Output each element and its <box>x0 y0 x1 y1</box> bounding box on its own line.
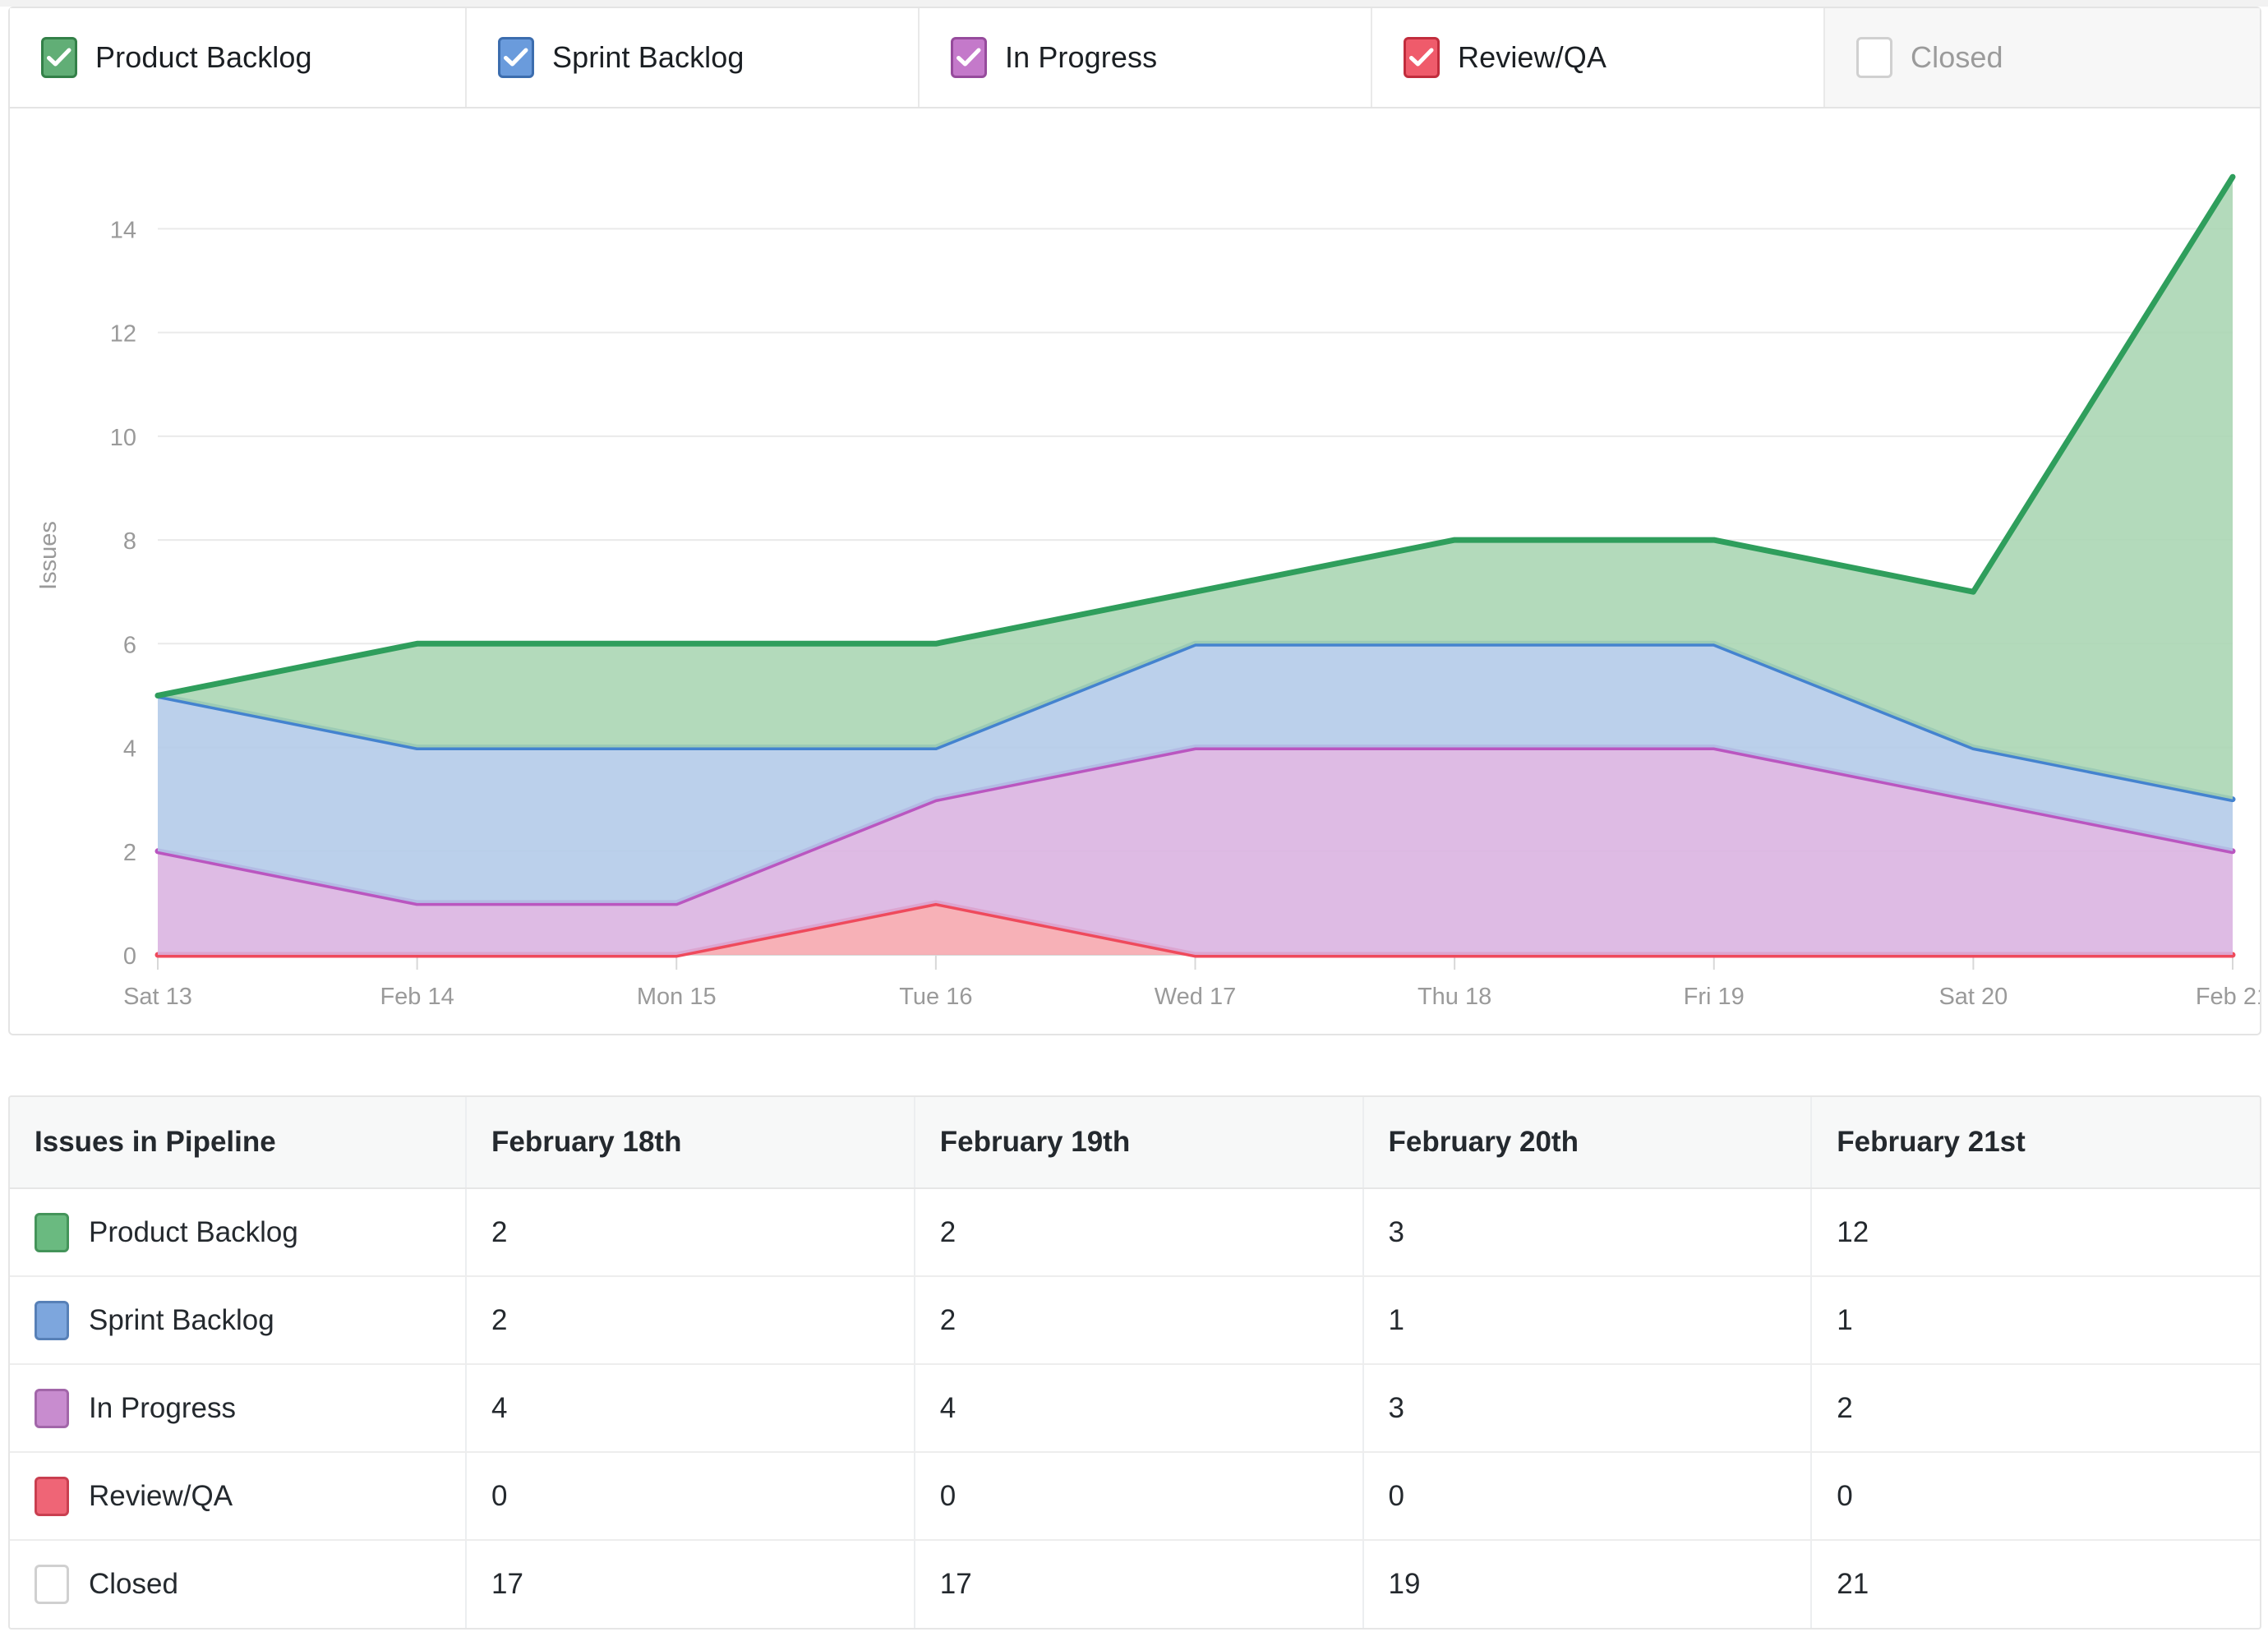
legend-item-label: In Progress <box>1005 40 1158 74</box>
legend-item-sprint-backlog[interactable]: Sprint Backlog <box>467 8 920 107</box>
table-cell-value: 4 <box>914 1364 1364 1453</box>
table-series-label: Review/QA <box>89 1479 233 1512</box>
x-axis-tick-label: Thu 18 <box>1418 984 1491 1010</box>
table-cell-value: 1 <box>1811 1276 2260 1365</box>
table-row: Product Backlog 2 2 3 12 <box>10 1188 2260 1277</box>
legend-item-label: Closed <box>1911 40 2003 74</box>
stacked-area-chart: 0 2 4 6 8 10 12 14 Sat 13 Feb 14 Mon 15 Tue 16 Wed 1… <box>35 173 2260 1010</box>
y-axis-tick-label: 12 <box>110 321 136 348</box>
color-swatch-icon <box>35 1388 69 1428</box>
table-cell-value: 2 <box>914 1276 1364 1365</box>
table-cell-value: 17 <box>914 1540 1364 1628</box>
x-axis-tick-label: Feb 14 <box>380 984 454 1010</box>
table-cell-series-name: Product Backlog <box>10 1188 467 1277</box>
issues-pipeline-report: Product Backlog Sprint Backlog In Progress… <box>0 0 2268 1632</box>
table-row: Sprint Backlog 2 2 1 1 <box>10 1276 2260 1365</box>
x-axis-tick-label: Feb 21 <box>2196 984 2260 1010</box>
table-header-row: Issues in Pipeline February 18th February … <box>10 1097 2260 1189</box>
y-axis-tick-label: 10 <box>110 425 136 451</box>
x-axis-tick-label: Sat 20 <box>1938 984 2008 1010</box>
checkbox-checked-icon[interactable] <box>41 37 77 78</box>
checkbox-unchecked-icon <box>35 1565 69 1604</box>
x-axis-tick-label: Mon 15 <box>637 984 717 1010</box>
table-series-label: Sprint Backlog <box>89 1303 274 1336</box>
table-cell-value: 17 <box>466 1540 915 1628</box>
table-row: In Progress 4 4 3 2 <box>10 1364 2260 1453</box>
table-header-date: February 18th <box>466 1097 915 1189</box>
table-cell-value: 0 <box>914 1452 1364 1541</box>
table-cell-value: 0 <box>466 1452 915 1541</box>
table-series-label: Closed <box>89 1568 178 1600</box>
table-cell-value: 3 <box>1362 1188 1813 1277</box>
checkbox-checked-icon[interactable] <box>1404 37 1440 78</box>
table-cell-value: 4 <box>466 1364 915 1453</box>
legend-item-label: Review/QA <box>1458 40 1606 74</box>
table-body: Product Backlog 2 2 3 12 Sprint Backlog 2 2 1 1 In… <box>10 1188 2260 1628</box>
table-cell-value: 21 <box>1837 1568 1869 1600</box>
x-axis-tick-label: Wed 17 <box>1155 984 1236 1010</box>
table-header-date: February 20th <box>1362 1097 1813 1189</box>
table-cell-value: 0 <box>1362 1452 1813 1541</box>
table-header-date: February 21st <box>1811 1097 2260 1189</box>
table-cell-value: 19 <box>1362 1540 1813 1628</box>
table-head: Issues in Pipeline February 18th February … <box>10 1097 2260 1189</box>
table-cell-value: 1 <box>1362 1276 1813 1365</box>
color-swatch-icon <box>35 1476 69 1516</box>
legend-item-product-backlog[interactable]: Product Backlog <box>10 8 467 107</box>
chart-panel: Product Backlog Sprint Backlog In Progress… <box>8 7 2261 1035</box>
series-legend: Product Backlog Sprint Backlog In Progress… <box>10 8 2260 108</box>
legend-item-label: Product Backlog <box>95 40 312 74</box>
checkbox-checked-icon[interactable] <box>951 37 987 78</box>
table-cell-value: 0 <box>1811 1452 2260 1541</box>
color-swatch-icon <box>35 1212 69 1252</box>
top-strip <box>0 0 2268 7</box>
legend-item-review-qa[interactable]: Review/QA <box>1372 8 1825 107</box>
x-axis-tick-label: Sat 13 <box>123 984 192 1010</box>
checkbox-unchecked-icon[interactable] <box>1856 37 1892 78</box>
y-axis-tick-label: 2 <box>123 840 136 866</box>
legend-item-closed[interactable]: Closed <box>1825 8 2260 107</box>
table-cell-value: 2 <box>1811 1364 2260 1453</box>
y-axis-title: Issues <box>35 521 62 590</box>
x-axis-tick-label: Tue 16 <box>899 984 972 1010</box>
x-axis-tick-label: Fri 19 <box>1684 984 1745 1010</box>
table-cell-value: 3 <box>1362 1364 1813 1453</box>
table-row: Closed 17 17 19 21 <box>10 1540 2260 1628</box>
table-cell-series-name: Sprint Backlog <box>10 1276 467 1365</box>
table-series-label: Product Backlog <box>89 1215 298 1248</box>
color-swatch-icon <box>35 1300 69 1340</box>
y-axis-tick-label: 8 <box>123 528 136 555</box>
table-cell-series-name: Closed <box>10 1540 467 1628</box>
legend-item-label: Sprint Backlog <box>552 40 744 74</box>
y-axis-tick-label: 14 <box>110 217 136 243</box>
y-axis-tick-label: 6 <box>123 632 136 658</box>
table-cell-value: 2 <box>466 1276 915 1365</box>
table-cell-series-name: Review/QA <box>10 1452 467 1541</box>
table-cell-value: 2 <box>466 1188 915 1277</box>
table-cell-value: 2 <box>914 1188 1364 1277</box>
table-cell-value: 12 <box>1811 1188 2260 1277</box>
table-row: Review/QA 0 0 0 0 <box>10 1452 2260 1541</box>
table-cell-series-name: In Progress <box>10 1364 467 1453</box>
legend-item-in-progress[interactable]: In Progress <box>920 8 1372 107</box>
checkbox-checked-icon[interactable] <box>498 37 534 78</box>
table-header-date: February 19th <box>914 1097 1364 1189</box>
chart-plot-area: 0 2 4 6 8 10 12 14 Sat 13 Feb 14 Mon 15 Tue 16 Wed 1… <box>10 108 2260 1034</box>
table-series-label: In Progress <box>89 1391 236 1424</box>
y-axis-tick-label: 0 <box>123 943 136 970</box>
pipeline-table-panel: Issues in Pipeline February 18th February … <box>8 1095 2261 1630</box>
pipeline-table: Issues in Pipeline February 18th February … <box>10 1097 2260 1628</box>
table-header-pipeline: Issues in Pipeline <box>10 1097 467 1189</box>
y-axis-tick-label: 4 <box>123 736 136 763</box>
